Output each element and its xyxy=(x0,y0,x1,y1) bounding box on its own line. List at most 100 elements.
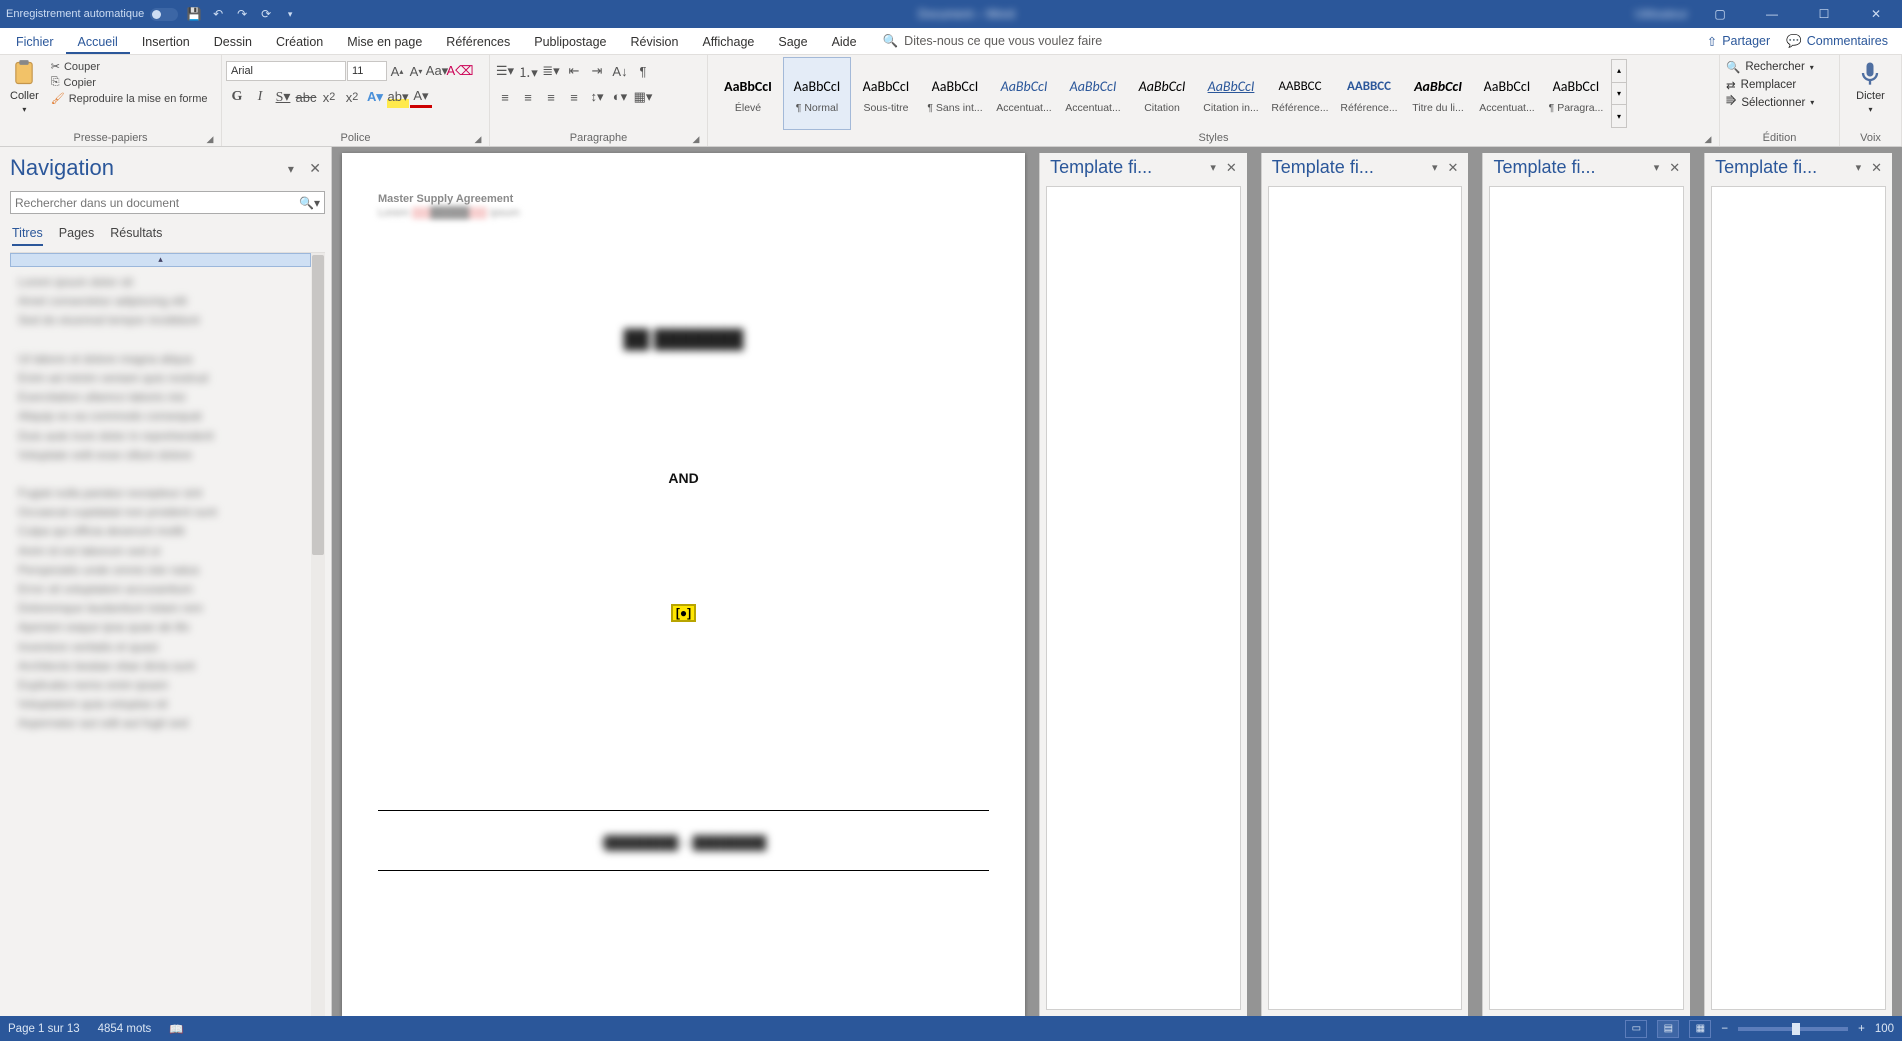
bullets-icon[interactable]: ☰▾ xyxy=(494,60,516,82)
strike-button[interactable]: abc xyxy=(295,86,317,108)
dialog-launcher-icon[interactable]: ◢ xyxy=(691,134,701,144)
template-body[interactable] xyxy=(1268,186,1463,1010)
align-right-icon[interactable]: ≡ xyxy=(540,86,562,108)
superscript-button[interactable]: x2 xyxy=(341,86,363,108)
align-center-icon[interactable]: ≡ xyxy=(517,86,539,108)
dictate-button[interactable]: Dicter ▾ xyxy=(1850,57,1891,116)
multilevel-icon[interactable]: ≣▾ xyxy=(540,60,562,82)
comments-button[interactable]: 💬 Commentaires xyxy=(1786,34,1888,49)
style-item[interactable]: AABBCCRéférence... xyxy=(1266,57,1334,130)
template-body[interactable] xyxy=(1046,186,1241,1010)
style-item[interactable]: AaBbCcICitation in... xyxy=(1197,57,1265,130)
minimize-icon[interactable]: — xyxy=(1752,0,1792,28)
paste-button[interactable]: Coller ▾ xyxy=(4,57,45,116)
template-body[interactable] xyxy=(1489,186,1684,1010)
nav-tab-titles[interactable]: Titres xyxy=(12,226,43,246)
bold-button[interactable]: G xyxy=(226,86,248,108)
share-button[interactable]: ⇧ Partager xyxy=(1707,34,1770,49)
italic-button[interactable]: I xyxy=(249,86,271,108)
style-item[interactable]: AaBbCcITitre du li... xyxy=(1404,57,1472,130)
show-marks-icon[interactable]: ¶ xyxy=(632,60,654,82)
style-item[interactable]: AaBbCcI¶ Normal xyxy=(783,57,851,130)
view-web-icon[interactable]: ▦ xyxy=(1689,1020,1711,1038)
sync-icon[interactable]: ⟳ xyxy=(258,6,274,22)
clear-format-icon[interactable]: A⌫ xyxy=(449,60,471,82)
increase-indent-icon[interactable]: ⇥ xyxy=(586,60,608,82)
maximize-icon[interactable]: ☐ xyxy=(1804,0,1844,28)
tpl-close-icon[interactable]: ✕ xyxy=(1222,160,1241,176)
tpl-close-icon[interactable]: ✕ xyxy=(1867,160,1886,176)
style-item[interactable]: AABBCCRéférence... xyxy=(1335,57,1403,130)
change-case-icon[interactable]: Aa▾ xyxy=(426,60,448,82)
undo-icon[interactable]: ↶ xyxy=(210,6,226,22)
borders-icon[interactable]: ▦▾ xyxy=(632,86,654,108)
tpl-close-icon[interactable]: ✕ xyxy=(1444,160,1463,176)
text-effects-icon[interactable]: A▾ xyxy=(364,86,386,108)
decrease-indent-icon[interactable]: ⇤ xyxy=(563,60,585,82)
save-icon[interactable]: 💾 xyxy=(186,6,202,22)
select-button[interactable]: ⭆Sélectionner▾ xyxy=(1724,95,1820,110)
nav-search[interactable]: 🔍▾ xyxy=(10,191,325,214)
tab-sage[interactable]: Sage xyxy=(766,28,819,54)
underline-button[interactable]: S▾ xyxy=(272,86,294,108)
zoom-thumb-icon[interactable] xyxy=(1792,1023,1800,1035)
style-item[interactable]: AaBbCcIAccentuat... xyxy=(990,57,1058,130)
font-name-select[interactable] xyxy=(226,61,346,81)
line-spacing-icon[interactable]: ↕▾ xyxy=(586,86,608,108)
search-icon[interactable]: 🔍▾ xyxy=(299,196,320,210)
chevron-down-icon[interactable]: ▾ xyxy=(1612,83,1626,106)
qat-dropdown-icon[interactable]: ▾ xyxy=(282,6,298,22)
status-spellcheck-icon[interactable]: 📖 xyxy=(169,1022,183,1036)
zoom-in-icon[interactable]: + xyxy=(1858,1023,1865,1035)
zoom-out-icon[interactable]: − xyxy=(1721,1023,1728,1035)
zoom-slider[interactable] xyxy=(1738,1027,1848,1031)
tab-mailings[interactable]: Publipostage xyxy=(522,28,618,54)
shading-icon[interactable]: ◐▾ xyxy=(609,86,631,108)
tab-create[interactable]: Création xyxy=(264,28,335,54)
tab-file[interactable]: Fichier xyxy=(4,28,66,54)
nav-tab-pages[interactable]: Pages xyxy=(59,226,94,246)
ribbon-display-icon[interactable]: ▢ xyxy=(1700,0,1740,28)
tell-me-search[interactable]: 🔍 Dites-nous ce que vous voulez faire xyxy=(869,28,1707,54)
tpl-dropdown-icon[interactable]: ▾ xyxy=(1432,161,1438,174)
status-words[interactable]: 4854 mots xyxy=(98,1023,152,1035)
tpl-dropdown-icon[interactable]: ▾ xyxy=(1654,161,1660,174)
shrink-font-icon[interactable]: A▾ xyxy=(407,60,425,82)
sort-icon[interactable]: A↓ xyxy=(609,60,631,82)
template-body[interactable] xyxy=(1711,186,1886,1010)
nav-scrollbar[interactable] xyxy=(311,253,325,1016)
tab-review[interactable]: Révision xyxy=(619,28,691,54)
dialog-launcher-icon[interactable]: ◢ xyxy=(1703,134,1713,144)
nav-items-blurred[interactable]: Lorem ipsum dolor sitAmet consectetur ad… xyxy=(10,267,325,740)
style-item[interactable]: AaBbCcISous-titre xyxy=(852,57,920,130)
dialog-launcher-icon[interactable]: ◢ xyxy=(205,134,215,144)
style-item[interactable]: AaBbCcIAccentuat... xyxy=(1473,57,1541,130)
tab-view[interactable]: Affichage xyxy=(690,28,766,54)
tab-layout[interactable]: Mise en page xyxy=(335,28,434,54)
redo-icon[interactable]: ↷ xyxy=(234,6,250,22)
copy-button[interactable]: ⎘Copier xyxy=(49,75,210,90)
subscript-button[interactable]: x2 xyxy=(318,86,340,108)
style-item[interactable]: AaBbCcI¶ Paragra... xyxy=(1542,57,1610,130)
tpl-dropdown-icon[interactable]: ▾ xyxy=(1856,161,1862,174)
nav-search-input[interactable] xyxy=(15,196,299,210)
styles-expand-icon[interactable]: ▾ xyxy=(1612,105,1626,127)
tab-help[interactable]: Aide xyxy=(820,28,869,54)
dialog-launcher-icon[interactable]: ◢ xyxy=(473,134,483,144)
tab-design[interactable]: Dessin xyxy=(202,28,264,54)
tab-home[interactable]: Accueil xyxy=(66,28,130,54)
grow-font-icon[interactable]: A▴ xyxy=(388,60,406,82)
styles-gallery-more[interactable]: ▴▾▾ xyxy=(1611,59,1627,128)
justify-icon[interactable]: ≡ xyxy=(563,86,585,108)
nav-close-icon[interactable]: ✕ xyxy=(305,156,325,180)
font-size-select[interactable] xyxy=(347,61,387,81)
tpl-close-icon[interactable]: ✕ xyxy=(1665,160,1684,176)
style-item[interactable]: AaBbCcIÉlevé xyxy=(714,57,782,130)
style-item[interactable]: AaBbCcIAccentuat... xyxy=(1059,57,1127,130)
close-icon[interactable]: ✕ xyxy=(1856,0,1896,28)
numbering-icon[interactable]: ⒈▾ xyxy=(517,60,539,82)
tab-references[interactable]: Références xyxy=(434,28,522,54)
font-color-icon[interactable]: A▾ xyxy=(410,86,432,108)
tpl-dropdown-icon[interactable]: ▾ xyxy=(1210,161,1216,174)
nav-tab-results[interactable]: Résultats xyxy=(110,226,162,246)
